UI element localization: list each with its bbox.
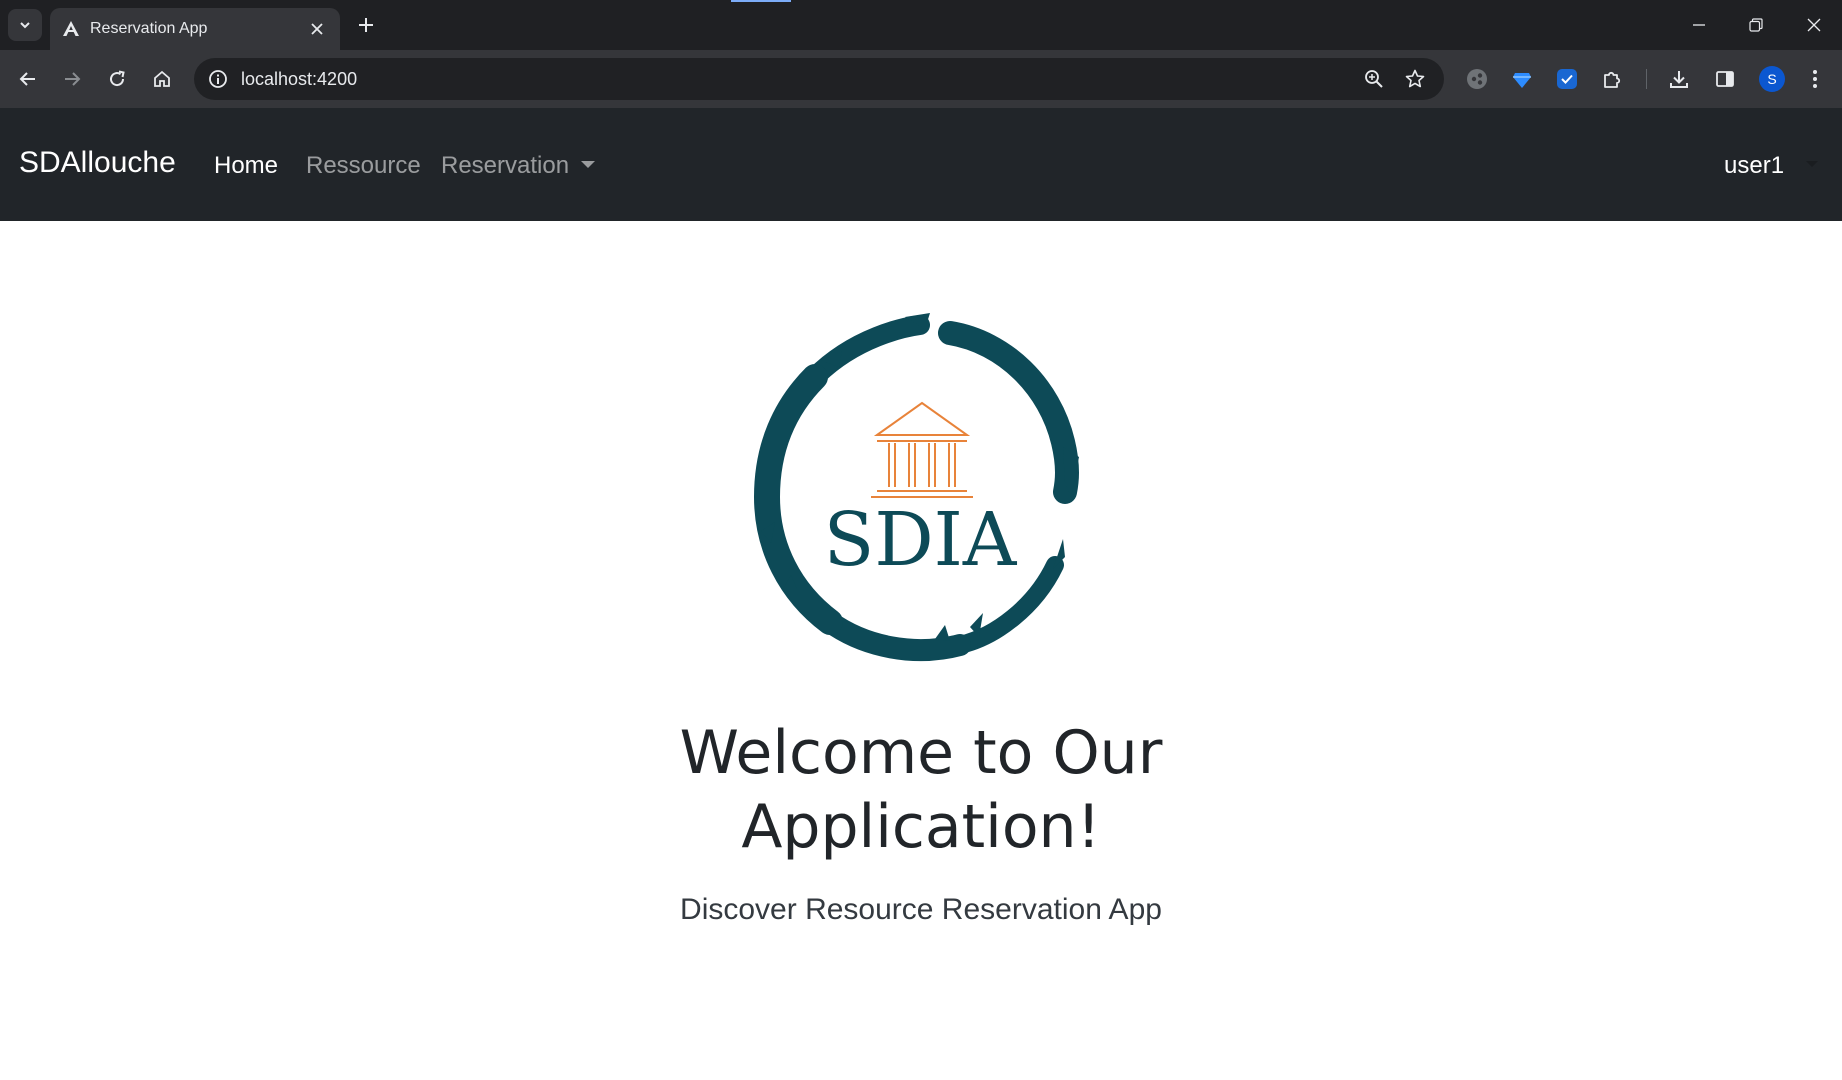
extension-button-3[interactable]: [1549, 61, 1585, 97]
site-info-icon[interactable]: [204, 65, 232, 93]
close-window-button[interactable]: [1785, 0, 1842, 50]
side-panel-button[interactable]: [1707, 61, 1743, 97]
tab-drag-indicator: [731, 0, 791, 2]
user-caret-down-icon: [1806, 160, 1819, 167]
nav-dropdown-reservation-label: Reservation: [441, 152, 570, 179]
extension-button-1[interactable]: [1459, 61, 1495, 97]
bookmark-star-icon[interactable]: [1399, 63, 1431, 95]
plus-icon: [359, 18, 373, 32]
tab-search-button[interactable]: [8, 9, 42, 41]
user-menu-dropdown[interactable]: user1: [1724, 152, 1819, 180]
welcome-heading-line2: Application!: [741, 792, 1101, 862]
nav-link-home[interactable]: Home: [214, 152, 278, 180]
browser-tab[interactable]: Reservation App: [50, 8, 340, 50]
share-extension-icon: [1467, 69, 1487, 89]
url-text: localhost:4200: [241, 69, 358, 89]
welcome-heading-line1: Welcome to Our: [679, 718, 1163, 788]
restore-icon: [1748, 18, 1763, 32]
browser-toolbar: localhost:4200: [0, 50, 1842, 108]
downloads-button[interactable]: [1661, 61, 1697, 97]
chevron-down-icon: [20, 22, 30, 29]
tab-title: Reservation App: [90, 20, 208, 37]
new-tab-button[interactable]: [352, 11, 380, 39]
browser-tabstrip: Reservation App: [0, 0, 1842, 50]
tab-close-icon[interactable]: [306, 18, 328, 40]
more-vertical-icon: [1813, 70, 1817, 88]
address-bar[interactable]: localhost:4200: [194, 58, 1444, 100]
site-navbar: SDAllouche Home Ressource Reservation us…: [0, 108, 1842, 221]
reload-icon: [110, 70, 125, 87]
back-button[interactable]: [10, 61, 46, 97]
reload-button[interactable]: [99, 61, 135, 97]
extensions-menu-button[interactable]: [1595, 61, 1631, 97]
diamond-extension-icon: [1513, 73, 1531, 88]
profile-avatar[interactable]: S: [1759, 66, 1785, 92]
puzzle-icon: [1604, 71, 1621, 88]
welcome-heading: Welcome to Our Application!: [621, 716, 1221, 864]
zoom-icon[interactable]: [1358, 63, 1390, 95]
caret-down-icon: [581, 161, 596, 169]
angular-favicon-icon: [62, 20, 80, 38]
minimize-icon: [1692, 24, 1705, 26]
arrow-left-icon: [19, 72, 35, 86]
minimize-button[interactable]: [1670, 0, 1727, 50]
navbar-brand[interactable]: SDAllouche: [19, 146, 176, 180]
nav-link-ressource[interactable]: Ressource: [306, 152, 421, 180]
sdia-logo: SDIA: [753, 313, 1079, 661]
check-extension-icon: [1557, 69, 1577, 89]
logo-wordmark: SDIA: [824, 497, 1018, 583]
restore-button[interactable]: [1727, 0, 1784, 50]
user-name: user1: [1724, 152, 1785, 179]
side-panel-icon: [1716, 71, 1734, 87]
forward-button[interactable]: [54, 61, 90, 97]
arrow-right-icon: [65, 72, 81, 86]
extension-button-2[interactable]: [1504, 61, 1540, 97]
welcome-subtitle: Discover Resource Reservation App: [680, 893, 1162, 926]
download-icon: [1670, 71, 1688, 88]
home-button[interactable]: [144, 61, 180, 97]
toolbar-divider: [1646, 69, 1647, 89]
nav-dropdown-reservation[interactable]: Reservation: [441, 152, 596, 180]
home-icon: [154, 70, 170, 87]
close-icon: [1807, 18, 1820, 32]
browser-menu-button[interactable]: [1797, 61, 1833, 97]
